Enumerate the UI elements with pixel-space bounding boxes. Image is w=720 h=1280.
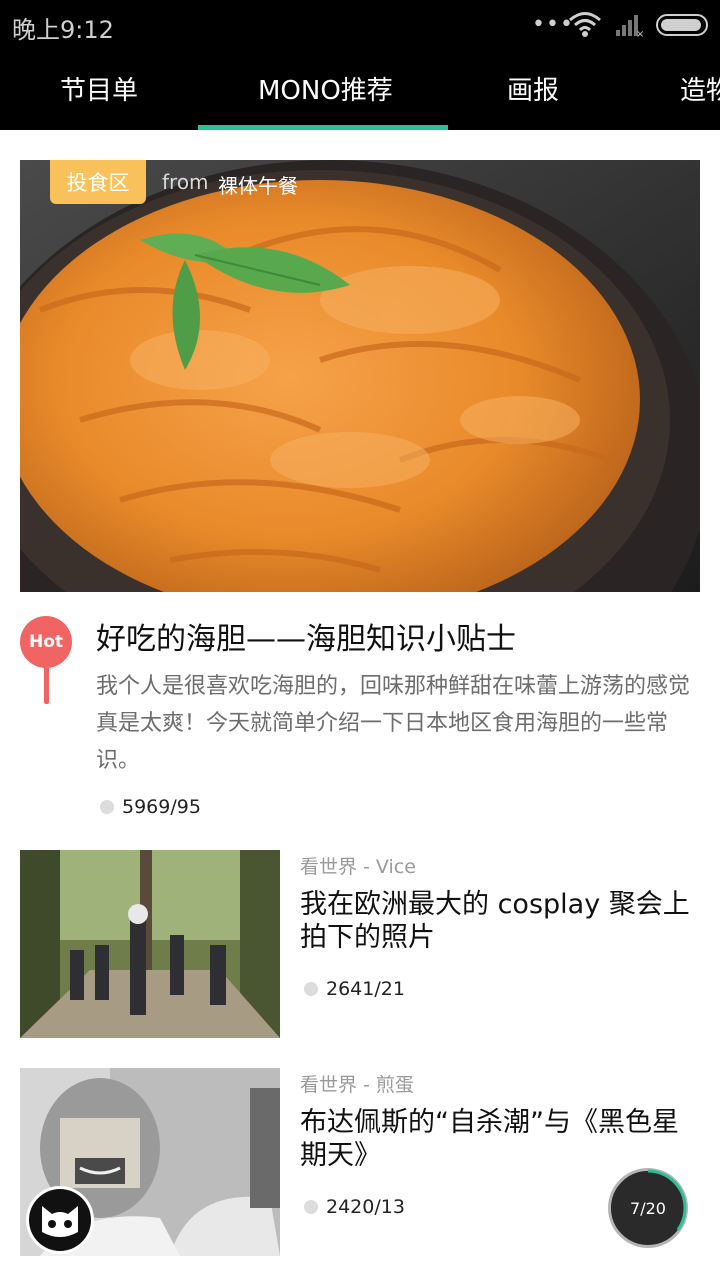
item-title[interactable]: 我在欧洲最大的 cosplay 聚会上拍下的照片 [300,888,700,954]
item-stats: 2420/13 [304,1196,405,1218]
svg-text:×: × [636,29,644,38]
feature-title[interactable]: 好吃的海胆——海胆知识小贴士 [96,614,706,658]
source-name[interactable]: 裸体午餐 [218,170,298,199]
page-counter-text: 7/20 [630,1198,666,1218]
page-counter[interactable]: 7/20 [608,1168,688,1248]
wifi-icon [569,12,601,37]
item-source[interactable]: 看世界 - Vice [300,852,416,879]
from-label: from [162,170,209,194]
item-thumbnail-cosplay[interactable] [20,850,280,1038]
stats-dot-icon [304,1200,318,1214]
item-stats: 2641/21 [304,978,405,1000]
feature-description[interactable]: 我个人是很喜欢吃海胆的，回味那种鲜甜在味蕾上游荡的感觉真是太爽！今天就简单介绍一… [96,668,700,779]
tab-creation[interactable]: 造物 [680,70,720,107]
mascot-cat-icon[interactable] [28,1188,92,1252]
item-title[interactable]: 布达佩斯的“自杀潮”与《黑色星期天》 [300,1106,700,1172]
top-tab-bar: 节目单 MONO推荐 画报 造物 [0,52,720,130]
item-source[interactable]: 看世界 - 煎蛋 [300,1070,414,1097]
tab-mono-recommend[interactable]: MONO推荐 [258,70,393,107]
hot-badge-tail [44,664,49,704]
tab-pictorial[interactable]: 画报 [507,70,559,107]
feature-image[interactable] [20,160,700,592]
stats-value: 2641/21 [326,978,405,1000]
battery-icon [656,14,708,36]
feature-stats: 5969/95 [100,796,201,818]
signal-icon: × [616,15,644,38]
status-time: 晚上9:12 [12,16,114,44]
stats-value: 2420/13 [326,1196,405,1218]
stats-dot-icon [304,982,318,996]
hot-badge: Hot [20,616,72,668]
active-tab-indicator [198,125,448,130]
category-badge[interactable]: 投食区 [50,160,146,204]
stats-value: 5969/95 [122,796,201,818]
status-bar: 晚上9:12 ••• × [0,0,720,52]
tab-program-list[interactable]: 节目单 [60,70,138,107]
stats-dot-icon [100,800,114,814]
